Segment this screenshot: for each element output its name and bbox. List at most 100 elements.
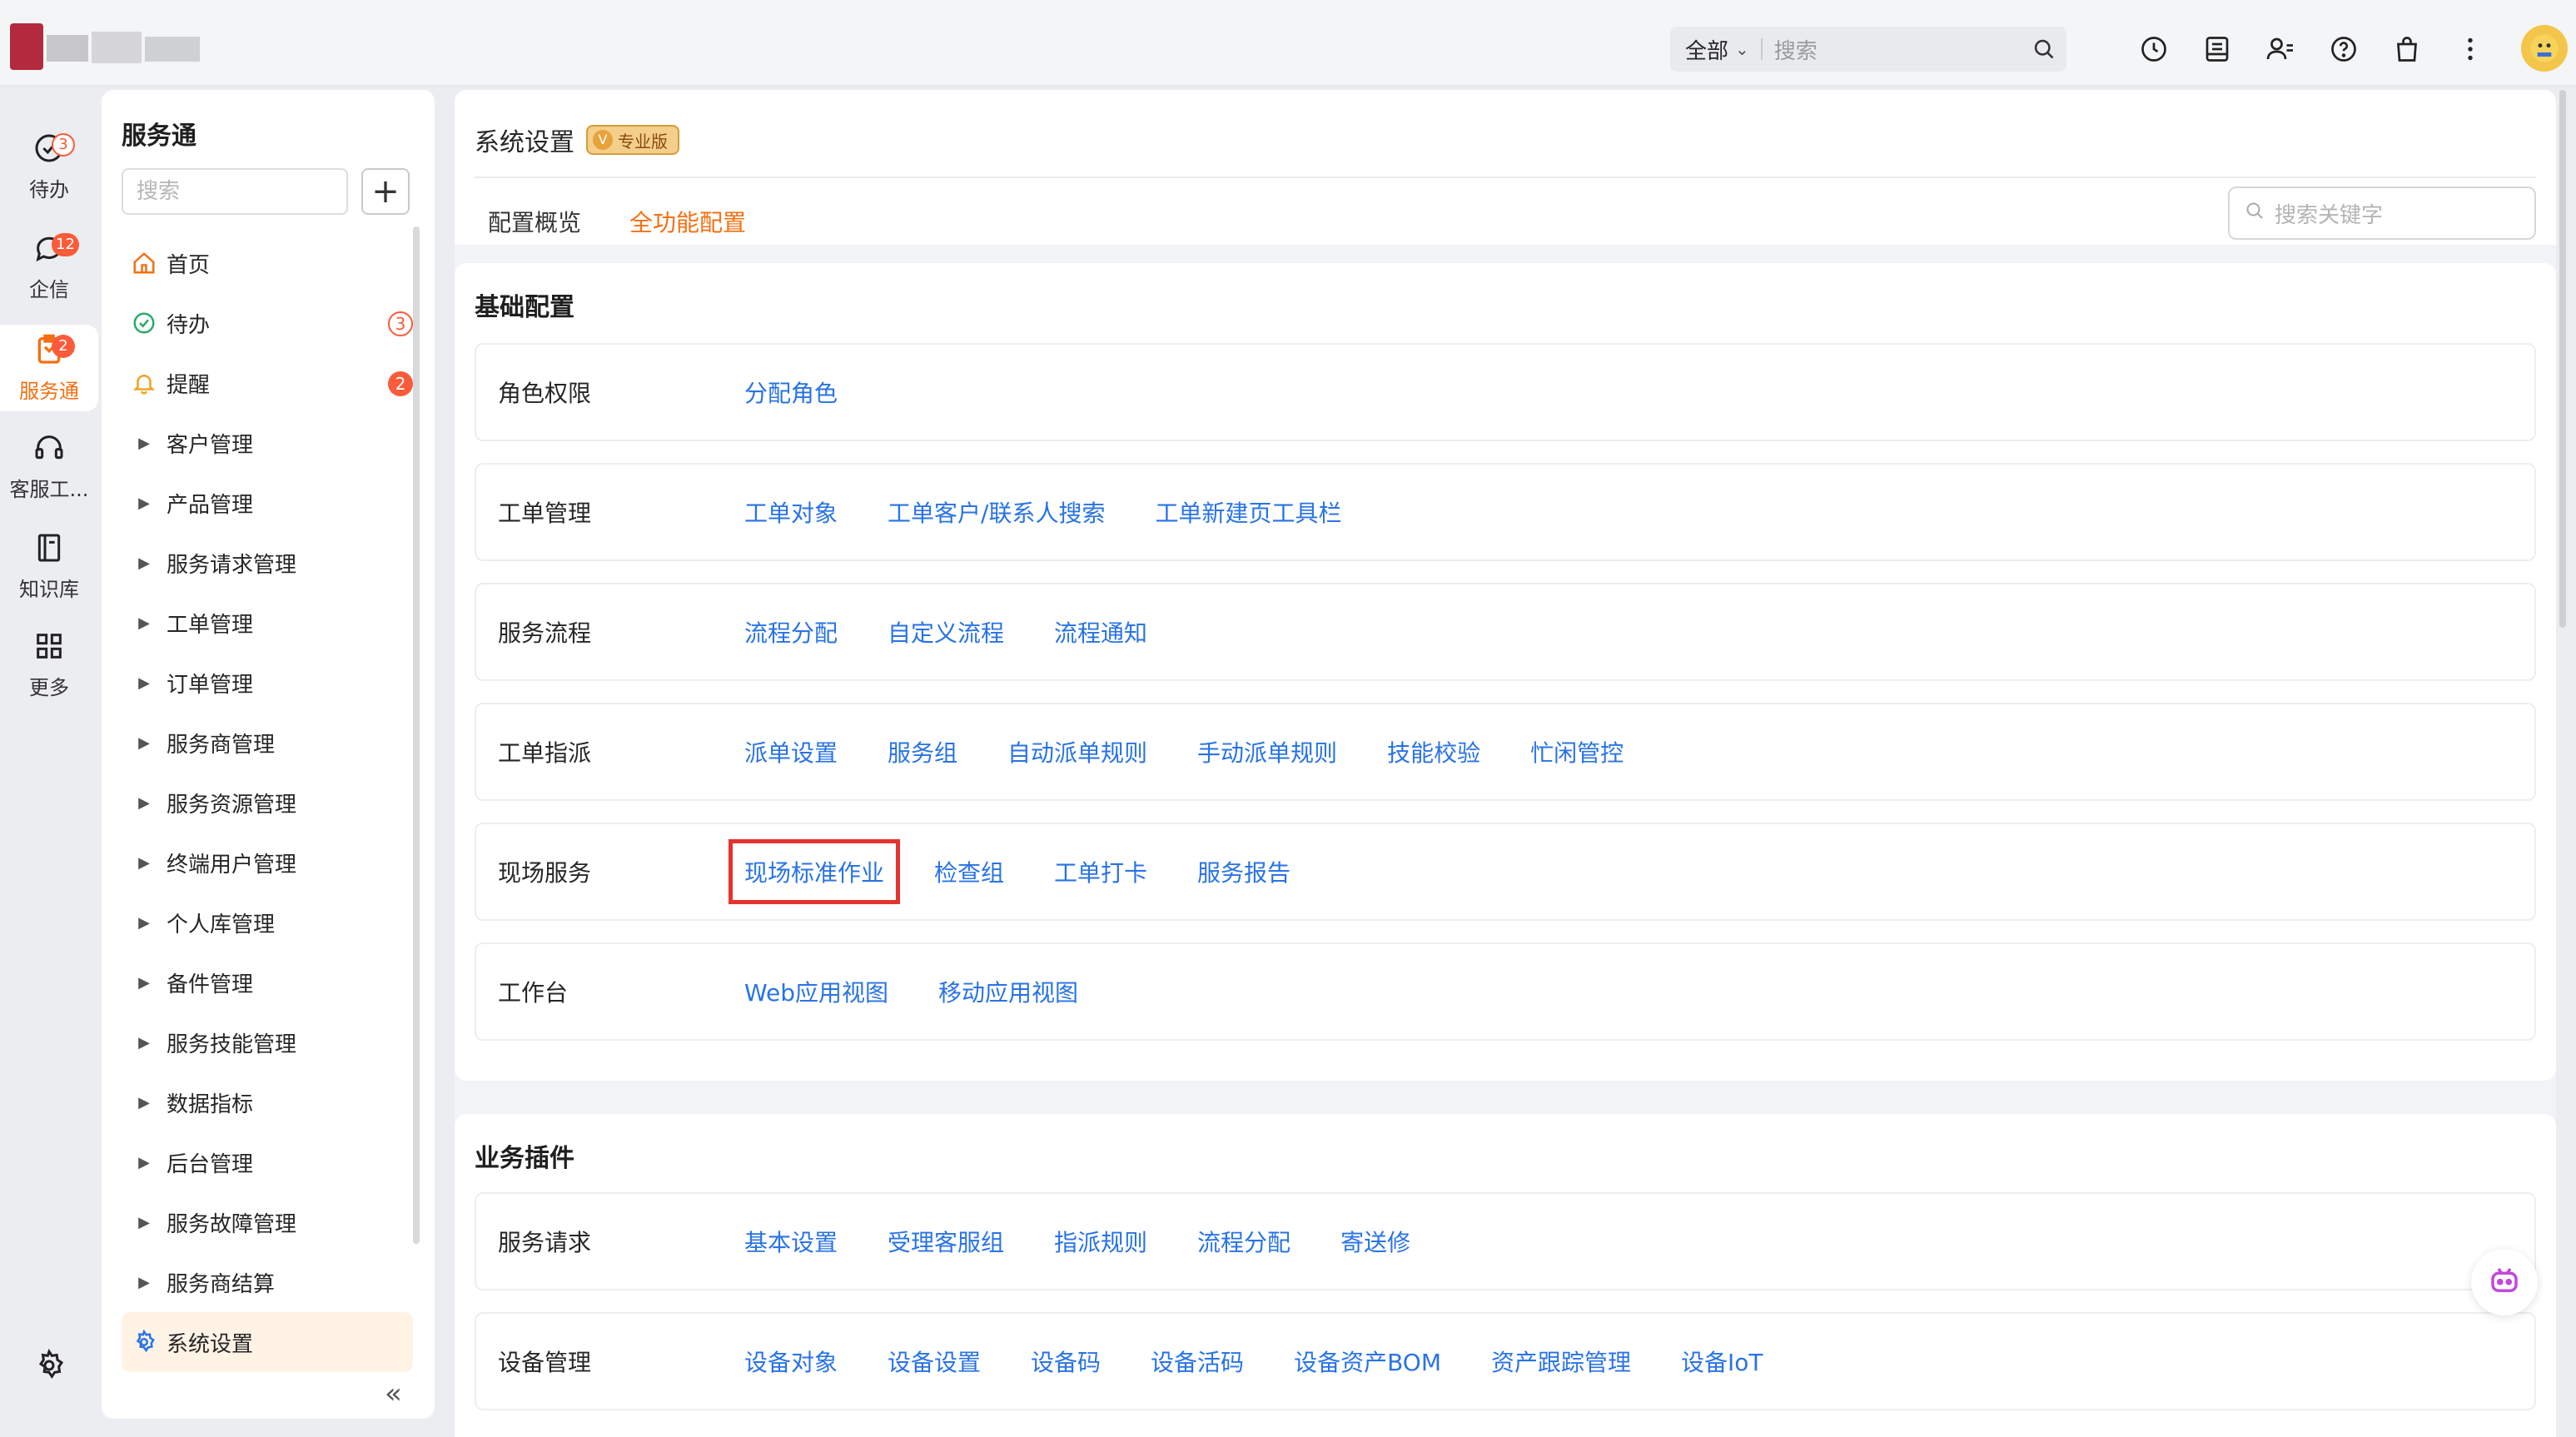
link-request-flow-assign[interactable]: 流程分配 [1197,1225,1290,1258]
sidebar-scrollbar[interactable] [413,226,420,1244]
link-assign-role[interactable]: 分配角色 [744,375,838,409]
row-label: 设备管理 [498,1349,592,1376]
link-reception-group[interactable]: 受理客服组 [888,1225,1004,1258]
help-icon[interactable] [2321,27,2366,72]
sidebar-item-home[interactable]: 首页 [122,233,413,293]
page-title: 系统设置 [475,128,574,157]
row-label: 角色权限 [498,380,592,407]
link-asset-tracking[interactable]: 资产跟踪管理 [1491,1345,1631,1378]
sidebar-item-personal-library[interactable]: ▶ 个人库管理 [122,893,413,952]
gear-icon[interactable] [32,1348,66,1385]
sidebar-item-label: 系统设置 [167,1331,254,1357]
rail-item-more[interactable]: 更多 [0,621,98,708]
sidebar-item-work-order[interactable]: ▶ 工单管理 [122,593,413,653]
caret-right-icon: ▶ [138,973,150,992]
sidebar-item-resource[interactable]: ▶ 服务资源管理 [122,773,413,833]
sidebar-item-backend[interactable]: ▶ 后台管理 [122,1132,413,1192]
collapse-icon[interactable]: « [385,1377,402,1410]
global-search-input[interactable]: 搜索 [1774,34,2022,65]
link-manual-dispatch-rule[interactable]: 手动派单规则 [1197,735,1337,768]
assistant-bot-button[interactable] [2471,1249,2538,1315]
avatar[interactable] [2521,25,2568,72]
search-scope-dropdown[interactable]: 全部 ⌄ [1670,34,1749,65]
document-icon[interactable] [2195,27,2240,72]
keyword-search-input[interactable]: 搜索关键字 [2228,186,2536,240]
link-device-live-code[interactable]: 设备活码 [1151,1345,1244,1378]
more-icon[interactable] [2448,27,2493,72]
sidebar-item-label: 首页 [167,252,211,278]
link-service-group[interactable]: 服务组 [888,735,957,768]
top-bar: 全部 ⌄ 搜索 [0,0,2576,87]
row-links: Web应用视图 移动应用视图 [744,975,1078,1008]
sidebar-item-label: 服务故障管理 [167,1211,297,1237]
sidebar-item-spare-parts[interactable]: ▶ 备件管理 [122,952,413,1012]
link-auto-dispatch-rule[interactable]: 自动派单规则 [1007,735,1147,768]
sidebar-item-reminder[interactable]: 提醒 2 [122,353,413,413]
sidebar-search-input[interactable]: 搜索 [122,168,348,215]
sidebar-item-skills[interactable]: ▶ 服务技能管理 [122,1012,413,1072]
link-check-group[interactable]: 检查组 [934,855,1004,888]
link-work-order-contact-search[interactable]: 工单客户/联系人搜索 [888,495,1105,529]
history-icon[interactable] [2131,27,2176,72]
rail-item-customer-service[interactable]: 客服工... [0,423,98,510]
link-device-asset-bom[interactable]: 设备资产BOM [1294,1345,1441,1378]
link-device-settings[interactable]: 设备设置 [888,1345,981,1378]
sidebar-item-service-request[interactable]: ▶ 服务请求管理 [122,533,413,593]
sidebar-item-metrics[interactable]: ▶ 数据指标 [122,1072,413,1132]
link-service-report[interactable]: 服务报告 [1197,855,1290,888]
caret-right-icon: ▶ [138,1153,150,1171]
link-dispatch-settings[interactable]: 派单设置 [744,735,838,768]
rail-item-chat[interactable]: 企信 12 [0,223,98,310]
link-basic-settings[interactable]: 基本设置 [744,1225,838,1258]
rail-item-service[interactable]: 服务通 2 [0,325,98,411]
link-flow-notify[interactable]: 流程通知 [1054,615,1147,649]
company-logo[interactable] [10,23,200,70]
row-label: 服务请求 [498,1229,592,1256]
rail-item-todo[interactable]: 待办 3 [0,123,98,210]
link-custom-flow[interactable]: 自定义流程 [888,615,1004,649]
caret-right-icon: ▶ [138,853,150,872]
caret-right-icon: ▶ [138,1273,150,1291]
link-onsite-standard-operation[interactable]: 现场标准作业 [728,839,901,904]
sidebar-item-order[interactable]: ▶ 订单管理 [122,653,413,713]
section-basic-config: 基础配置 角色权限 分配角色 工单管理 工单对象 工单客户/联系人搜索 工单新建… [455,263,2556,1081]
link-busy-control[interactable]: 忙闲管控 [1530,735,1624,768]
shop-icon[interactable] [2385,27,2429,72]
search-icon [2245,201,2265,226]
link-flow-assign[interactable]: 流程分配 [744,615,838,649]
link-device-code[interactable]: 设备码 [1031,1345,1101,1378]
link-mail-repair[interactable]: 寄送修 [1340,1225,1410,1258]
link-assign-rule[interactable]: 指派规则 [1054,1225,1147,1258]
link-web-app-view[interactable]: Web应用视图 [744,975,888,1008]
sidebar-item-system-settings[interactable]: 系统设置 [122,1312,413,1372]
config-row-workbench: 工作台 Web应用视图 移动应用视图 [475,942,2536,1041]
link-device-iot[interactable]: 设备IoT [1681,1345,1763,1378]
global-search[interactable]: 全部 ⌄ 搜索 [1670,27,2066,72]
sidebar-item-end-user[interactable]: ▶ 终端用户管理 [122,833,413,893]
contacts-icon[interactable] [2258,27,2303,72]
sidebar-item-label: 待办 [167,312,211,338]
sidebar-item-fault[interactable]: ▶ 服务故障管理 [122,1192,413,1252]
search-icon[interactable] [2022,37,2066,61]
sidebar-item-customer[interactable]: ▶ 客户管理 [122,413,413,473]
link-work-order-new-toolbar[interactable]: 工单新建页工具栏 [1155,495,1341,529]
sidebar-item-settlement[interactable]: ▶ 服务商结算 [122,1252,413,1312]
main-scrollbar[interactable] [2559,90,2566,628]
link-skill-check[interactable]: 技能校验 [1387,735,1480,768]
sidebar-item-product[interactable]: ▶ 产品管理 [122,473,413,533]
add-button[interactable]: + [361,168,410,215]
rail-item-knowledge[interactable]: 知识库 [0,523,98,609]
link-work-order-checkin[interactable]: 工单打卡 [1054,855,1147,888]
link-mobile-app-view[interactable]: 移动应用视图 [938,975,1078,1008]
search-scope-label: 全部 [1685,38,1729,64]
caret-right-icon: ▶ [138,674,150,692]
rail-settings[interactable] [0,1324,98,1410]
link-work-order-object[interactable]: 工单对象 [744,495,838,529]
caret-right-icon: ▶ [138,494,150,512]
sidebar-item-label: 订单管理 [167,672,254,698]
link-device-object[interactable]: 设备对象 [744,1345,838,1378]
row-links: 分配角色 [744,375,838,409]
sidebar-item-todo[interactable]: 待办 3 [122,293,413,353]
caret-right-icon: ▶ [138,1033,150,1052]
sidebar-item-provider[interactable]: ▶ 服务商管理 [122,713,413,773]
